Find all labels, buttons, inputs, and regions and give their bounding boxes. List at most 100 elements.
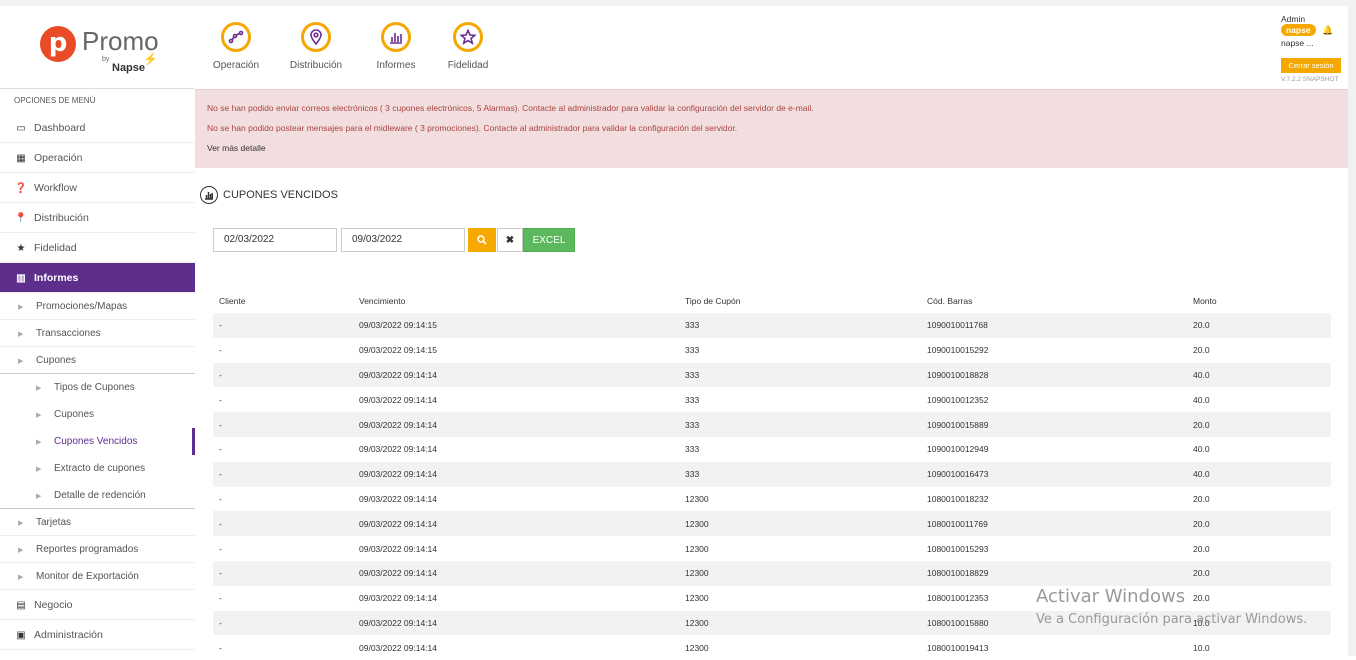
cell-cod-barras: 1090010012949: [927, 444, 989, 455]
sidebar-sub-cupones[interactable]: ▶ Cupones: [0, 347, 195, 374]
topnav-fidelidad-label: Fidelidad: [447, 60, 489, 71]
search-button[interactable]: [468, 228, 496, 252]
sidebar-item-negocio[interactable]: ▤ Negocio: [0, 590, 195, 620]
sidebar-item-operacion[interactable]: ▦ Operación: [0, 143, 195, 173]
location-pin-icon: 📍: [14, 213, 28, 224]
col-cliente[interactable]: Cliente: [213, 289, 353, 313]
cell-vencimiento: 09/03/2022 09:14:14: [359, 642, 437, 653]
logout-button[interactable]: Cerrar sesión: [1281, 58, 1341, 73]
cell-monto: 20.0: [1193, 345, 1210, 356]
sidebar-sub-tarjetas[interactable]: ▶ Tarjetas: [0, 509, 195, 536]
cell-cliente: -: [213, 511, 353, 537]
col-cod-barras[interactable]: Cód. Barras: [921, 289, 1187, 313]
sidebar-item-fidelidad[interactable]: ★ Fidelidad: [0, 233, 195, 263]
sidebar-sub-promociones[interactable]: ▶ Promociones/Mapas: [0, 293, 195, 320]
sidebar-item-workflow[interactable]: ❓ Workflow: [0, 173, 195, 203]
topnav-distribucion[interactable]: Distribución: [281, 22, 351, 71]
excel-button[interactable]: EXCEL: [523, 228, 575, 252]
cell-tipo-cupon: 333: [679, 461, 921, 487]
date-to-input[interactable]: 09/03/2022: [341, 228, 465, 252]
cell-cod-barras: 1090010012352: [927, 394, 989, 405]
cell-monto: 20.0: [1193, 493, 1210, 504]
table-row[interactable]: - 09/03/2022 09:14:14 12300 1080010019413 10…: [213, 635, 1331, 660]
cell-tipo-cupon: 333: [679, 412, 921, 437]
cell-cliente: -: [219, 543, 222, 554]
cell-cliente: -: [219, 444, 222, 455]
sidebar-item-distribucion[interactable]: 📍 Distribución: [0, 203, 195, 233]
sidebar-sub2-extracto[interactable]: ▶ Extracto de cupones: [0, 455, 195, 482]
col-vencimiento[interactable]: Vencimiento: [353, 289, 679, 313]
cell-cod-barras: 1090010015292: [927, 345, 989, 356]
alert-more-link[interactable]: Ver más detalle: [207, 143, 266, 153]
sidebar-item-administracion[interactable]: ▣ Administración: [0, 620, 195, 650]
table-row[interactable]: -09/03/2022 09:14:14 12300 1080010011769 20…: [213, 511, 1331, 537]
grid-icon: ▦: [16, 153, 26, 164]
location-pin-icon: [301, 22, 331, 52]
table-body: -09/03/2022 09:14:15 333 1090010011768 20.0…: [213, 313, 1331, 660]
sidebar-sub-monitor[interactable]: ▶ Monitor de Exportación: [0, 563, 195, 590]
table-row[interactable]: -09/03/2022 09:14:14 333 1090010015889 20.0: [213, 412, 1331, 437]
cell-monto: 40.0: [1193, 394, 1210, 405]
cell-cliente: -: [213, 461, 353, 487]
sidebar-sub-reportes[interactable]: ▶ Reportes programados: [0, 536, 195, 563]
cell-vencimiento: 09/03/2022 09:14:14: [359, 444, 437, 455]
cell-monto: 20.0: [1187, 511, 1331, 537]
col-tipo-cupon[interactable]: Tipo de Cupón: [679, 289, 921, 313]
page-title: CUPONES VENCIDOS: [200, 184, 338, 206]
user-badge: napse: [1281, 24, 1316, 36]
table-row[interactable]: - 09/03/2022 09:14:15 333 1090010015292 20.0: [213, 338, 1331, 363]
table-row[interactable]: - 09/03/2022 09:14:14 12300 1080010018232 20…: [213, 487, 1331, 512]
cell-cliente: -: [213, 313, 353, 338]
cell-cliente: -: [213, 412, 353, 437]
cell-tipo-cupon: 12300: [679, 610, 921, 636]
table-row[interactable]: - 09/03/2022 09:14:14 12300 1080010015293 20…: [213, 536, 1331, 561]
sidebar-sub2-cupones[interactable]: ▶ Cupones: [0, 401, 195, 428]
sidebar-sub2-cupones-vencidos[interactable]: ▶ Cupones Vencidos: [0, 428, 195, 455]
sidebar-sub-label: Reportes programados: [36, 544, 139, 555]
promo-logo[interactable]: p Promo by Napse ⚡: [40, 22, 160, 74]
clear-button[interactable]: ✖: [497, 228, 523, 252]
sidebar-sub2-tipos-cupones[interactable]: ▶ Tipos de Cupones: [0, 374, 195, 401]
table-row[interactable]: -09/03/2022 09:14:14 333 1090010016473 40.0: [213, 461, 1331, 487]
topnav-operacion[interactable]: Operación: [201, 22, 271, 71]
table-row[interactable]: -09/03/2022 09:14:14 333 1090010018828 40.0: [213, 362, 1331, 388]
chevron-right-icon: ▶: [18, 547, 24, 554]
brand-company: Napse: [112, 62, 146, 74]
cell-monto: 40.0: [1193, 444, 1210, 455]
scrollbar[interactable]: [1348, 6, 1356, 656]
cell-tipo-cupon: 12300: [685, 543, 709, 554]
sidebar-sub-transacciones[interactable]: ▶ Transacciones: [0, 320, 195, 347]
cell-cod-barras: 1080010018232: [927, 493, 989, 504]
sidebar-sub-label: Tipos de Cupones: [54, 382, 135, 393]
topnav-informes-label: Informes: [376, 60, 416, 71]
topnav-informes[interactable]: Informes: [361, 22, 431, 71]
user-sub: napse ...: [1281, 38, 1314, 48]
cell-cliente: -: [219, 593, 222, 604]
sidebar-item-dashboard[interactable]: ▭ Dashboard: [0, 113, 195, 143]
sidebar-item-label: Dashboard: [34, 122, 86, 134]
sidebar-sub-label: Tarjetas: [36, 517, 72, 528]
version-label: V.7.2.2 SNAPSHOT: [1281, 76, 1339, 83]
sidebar-item-informes[interactable]: ▥ Informes: [0, 263, 195, 293]
table-row[interactable]: -09/03/2022 09:14:14 12300 1080010018829 20…: [213, 560, 1331, 586]
cell-monto: 20.0: [1193, 593, 1210, 604]
chevron-right-icon: ▶: [36, 466, 42, 473]
cell-vencimiento: 09/03/2022 09:14:14: [359, 543, 437, 554]
date-from-input[interactable]: 02/03/2022: [213, 228, 337, 252]
table-row[interactable]: - 09/03/2022 09:14:14 333 1090010012949 40.0: [213, 437, 1331, 462]
bell-icon[interactable]: 🔔: [1322, 25, 1333, 36]
sidebar-sub2-detalle-redencion[interactable]: ▶ Detalle de redención: [0, 482, 195, 509]
col-monto[interactable]: Monto: [1187, 289, 1331, 313]
sidebar-sub-label: Cupones: [54, 409, 95, 420]
bolt-icon: ⚡: [143, 52, 158, 66]
cell-tipo-cupon: 12300: [685, 593, 709, 604]
cell-cod-barras: 1090010011768: [921, 313, 1187, 338]
table-row[interactable]: - 09/03/2022 09:14:14 333 1090010012352 40.0: [213, 387, 1331, 412]
cell-monto: 10.0: [1193, 642, 1210, 653]
topnav-fidelidad[interactable]: Fidelidad: [433, 22, 503, 71]
topnav-distribucion-label: Distribución: [289, 60, 343, 71]
table-row[interactable]: -09/03/2022 09:14:15 333 1090010011768 20.0: [213, 313, 1331, 338]
building-icon: ▤: [16, 600, 26, 611]
sidebar-sub-label: Monitor de Exportación: [36, 571, 139, 582]
cell-tipo-cupon: 12300: [679, 560, 921, 586]
